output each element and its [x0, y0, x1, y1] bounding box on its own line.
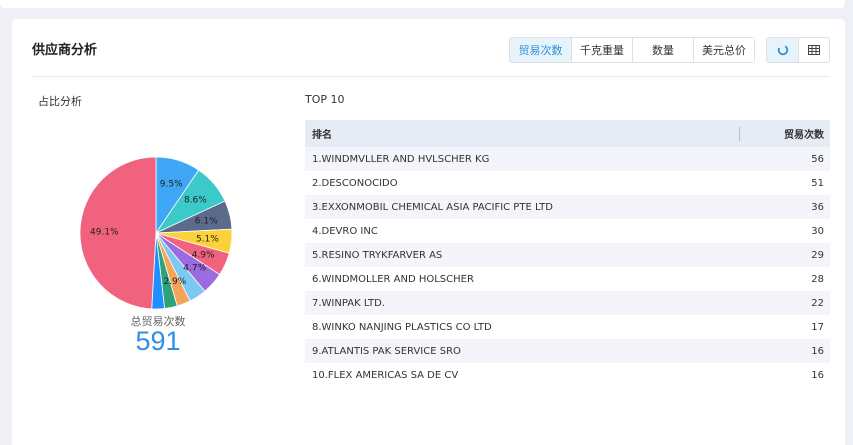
supplier-name: 9.ATLANTIS PAK SERVICE SRO: [305, 339, 740, 363]
supplier-name: 6.WINDMOLLER AND HOLSCHER: [305, 267, 740, 291]
pie-slice-label: 5.1%: [196, 235, 219, 245]
tab-weight-kg[interactable]: 千克重量: [571, 38, 632, 62]
trade-count: 16: [739, 339, 830, 363]
trade-count: 30: [739, 219, 830, 243]
trade-count: 36: [739, 195, 830, 219]
header-count-label: 贸易次数: [784, 130, 824, 141]
tab-usd-total[interactable]: 美元总价: [693, 38, 754, 62]
trade-count: 22: [739, 291, 830, 315]
table-view-button[interactable]: [798, 38, 829, 62]
header-rank-label: 排名: [312, 130, 332, 141]
supplier-name: 7.WINPAK LTD.: [305, 291, 740, 315]
supplier-name: 2.DESCONOCIDO: [305, 171, 740, 195]
panel-title: 供应商分析: [32, 43, 98, 58]
table-row[interactable]: 5.RESINO TRYKFARVER AS 29: [305, 243, 830, 267]
top-strip: [0, 0, 845, 8]
pie-svg: 9.5%8.6% 6.1% 5.1% 4.9% 4.7% 2.9% 49.1%: [79, 156, 233, 310]
table-row[interactable]: 7.WINPAK LTD. 22: [305, 291, 830, 315]
table-row[interactable]: 8.WINKO NANJING PLASTICS CO LTD 17: [305, 315, 830, 339]
pie-slice-label: 2.9%: [163, 277, 186, 287]
table-icon: [808, 45, 820, 55]
metric-tab-group: 贸易次数 千克重量 数量 美元总价: [509, 37, 755, 63]
column-resizer[interactable]: [738, 127, 740, 141]
trade-count: 51: [739, 171, 830, 195]
header-rank[interactable]: 排名: [305, 120, 740, 147]
pie-slice-label: 49.1%: [90, 228, 119, 238]
view-toggle-group: [766, 37, 830, 63]
supplier-name: 3.EXXONMOBIL CHEMICAL ASIA PACIFIC PTE L…: [305, 195, 740, 219]
pie-chart-icon: [777, 44, 788, 56]
pie-slice-label: 4.9%: [192, 250, 215, 260]
share-pie-chart: 9.5% 8.6% 6.1% 5.1% 4.9% 4.7% 2.9% 49.1%: [76, 153, 236, 313]
pie-slice-label: 4.7%: [183, 263, 206, 273]
trade-count: 29: [739, 243, 830, 267]
pie-slice-label: 6.1%: [195, 217, 218, 227]
table-row[interactable]: 4.DEVRO INC 30: [305, 219, 830, 243]
table-row[interactable]: 3.EXXONMOBIL CHEMICAL ASIA PACIFIC PTE L…: [305, 195, 830, 219]
supplier-name: 1.WINDMVLLER AND HVLSCHER KG: [305, 147, 740, 171]
table-row[interactable]: 2.DESCONOCIDO 51: [305, 171, 830, 195]
supplier-name: 10.FLEX AMERICAS SA DE CV: [305, 363, 740, 387]
trade-count: 56: [739, 147, 830, 171]
pie-slice-label: 9.5%: [160, 180, 183, 190]
supplier-name: 8.WINKO NANJING PLASTICS CO LTD: [305, 315, 740, 339]
pie-slice-label: 8.6%: [184, 196, 207, 206]
table-header-row: 排名 贸易次数: [305, 120, 830, 147]
supplier-name: 5.RESINO TRYKFARVER AS: [305, 243, 740, 267]
supplier-analysis-panel: 供应商分析 贸易次数 千克重量 数量 美元总价 占比分析 TOP 10 9.5%…: [12, 19, 845, 445]
table-row[interactable]: 10.FLEX AMERICAS SA DE CV 16: [305, 363, 830, 387]
header-count[interactable]: 贸易次数: [739, 120, 830, 147]
trade-count: 16: [739, 363, 830, 387]
total-trades-value: 591: [135, 326, 181, 356]
table-row[interactable]: 1.WINDMVLLER AND HVLSCHER KG 56: [305, 147, 830, 171]
top10-section-title: TOP 10: [305, 93, 345, 106]
share-section-title: 占比分析: [38, 95, 82, 108]
trade-count: 28: [739, 267, 830, 291]
table-row[interactable]: 9.ATLANTIS PAK SERVICE SRO 16: [305, 339, 830, 363]
tab-quantity[interactable]: 数量: [632, 38, 693, 62]
trade-count: 17: [739, 315, 830, 339]
supplier-name: 4.DEVRO INC: [305, 219, 740, 243]
header-divider: [32, 76, 829, 77]
tab-trade-count[interactable]: 贸易次数: [510, 38, 571, 62]
table-row[interactable]: 6.WINDMOLLER AND HOLSCHER 28: [305, 267, 830, 291]
pie-view-button[interactable]: [767, 38, 798, 62]
top10-table: 排名 贸易次数 1.WINDMVLLER AND HVLSCHER KG 56 2…: [305, 120, 830, 387]
